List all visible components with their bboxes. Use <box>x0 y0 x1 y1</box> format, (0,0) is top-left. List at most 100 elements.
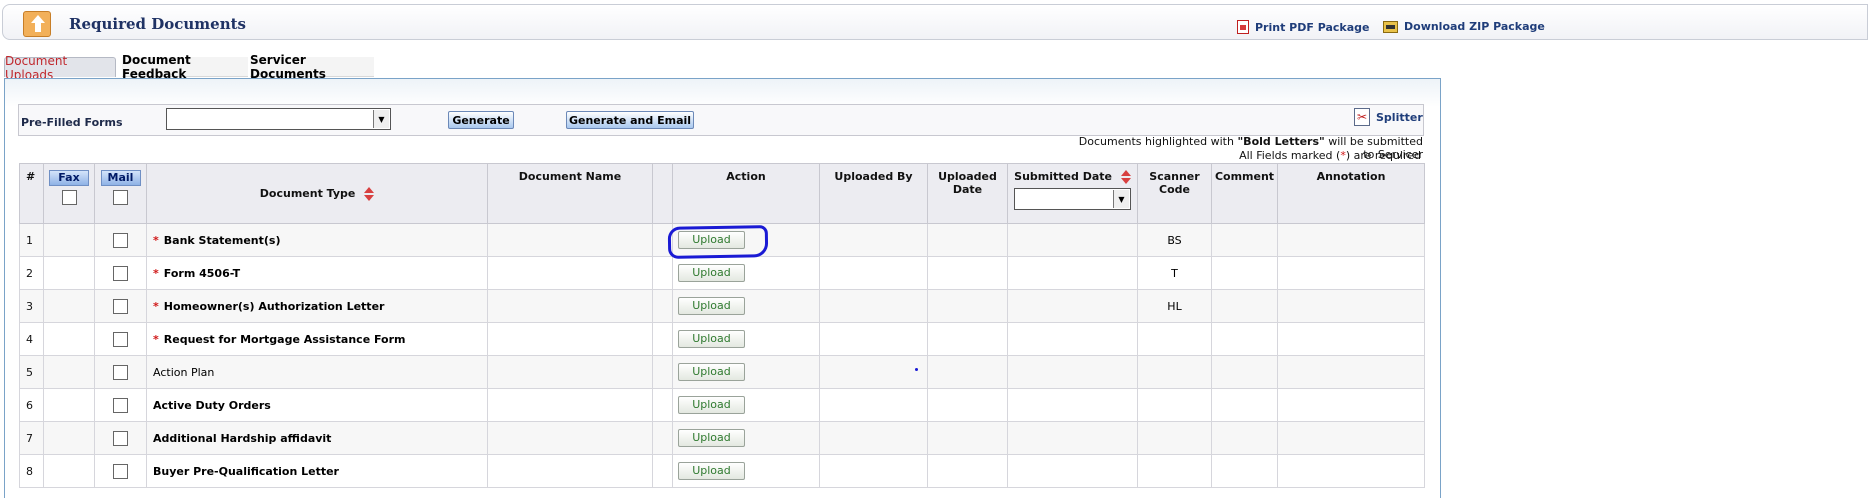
document-type-label: Document Type <box>259 186 356 200</box>
mail-cell <box>94 421 147 455</box>
note-text: Documents highlighted with <box>1078 135 1238 148</box>
spacer-cell <box>652 388 673 422</box>
scanner-code-cell <box>1137 421 1212 455</box>
tab-document-feedback[interactable]: Document Feedback <box>122 53 248 81</box>
upload-button[interactable]: Upload <box>678 264 745 282</box>
document-type-cell: Buyer Pre-Qualification Letter <box>146 454 488 488</box>
col-header-mail: Mail <box>94 163 147 224</box>
download-zip-label: Download ZIP Package <box>1404 20 1545 33</box>
fax-cell <box>43 454 95 488</box>
mail-checkbox[interactable] <box>113 430 128 446</box>
table-row: 5 Action Plan Upload <box>19 355 1425 389</box>
document-type-cell: * Homeowner(s) Authorization Letter <box>146 289 488 323</box>
upload-button[interactable]: Upload <box>678 396 745 414</box>
page-header: Required Documents Print PDF Package Dow… <box>2 4 1868 40</box>
fax-cell <box>43 355 95 389</box>
mail-cell <box>94 454 147 488</box>
mail-header-button[interactable]: Mail <box>100 170 141 186</box>
download-zip-link[interactable]: Download ZIP Package <box>1383 20 1545 33</box>
action-cell: Upload <box>672 454 820 488</box>
upload-button[interactable]: Upload <box>678 297 745 315</box>
uploaded-by-cell <box>819 322 928 356</box>
required-documents-table: # Fax Mail Document Type Document Name A… <box>19 163 1425 488</box>
document-type-label: Buyer Pre-Qualification Letter <box>153 464 339 478</box>
col-header-uploaded-date: Uploaded Date <box>927 163 1008 224</box>
sort-icon[interactable] <box>1120 170 1131 184</box>
print-pdf-label: Print PDF Package <box>1255 20 1370 34</box>
mail-checkbox[interactable] <box>113 265 128 281</box>
scissors-icon: ✂ <box>1354 108 1370 126</box>
upload-button[interactable]: Upload <box>678 363 745 381</box>
document-type-cell: Action Plan <box>146 355 488 389</box>
document-type-label: Form 4506-T <box>163 266 241 280</box>
uploaded-date-cell <box>927 322 1008 356</box>
comment-cell <box>1211 223 1278 257</box>
spacer-cell <box>652 256 673 290</box>
annotation-cell <box>1277 388 1425 422</box>
mail-checkbox[interactable] <box>113 463 128 479</box>
mail-checkbox[interactable] <box>113 232 128 248</box>
mail-cell <box>94 223 147 257</box>
upload-button[interactable]: Upload <box>678 231 745 249</box>
uploaded-by-cell <box>819 223 928 257</box>
document-name-cell <box>487 256 653 290</box>
note-text: All Fields marked ( <box>1239 149 1341 162</box>
spacer-cell <box>652 322 673 356</box>
document-type-cell: * Bank Statement(s) <box>146 223 488 257</box>
fax-select-all-checkbox[interactable] <box>61 190 77 205</box>
mail-checkbox[interactable] <box>113 298 128 314</box>
spacer-cell <box>652 421 673 455</box>
comment-cell <box>1211 454 1278 488</box>
fax-header-button[interactable]: Fax <box>49 170 89 186</box>
row-number: 3 <box>19 289 44 323</box>
mail-select-all-checkbox[interactable] <box>113 190 128 205</box>
upload-button[interactable]: Upload <box>678 462 745 480</box>
comment-cell <box>1211 388 1278 422</box>
uploaded-date-cell <box>927 454 1008 488</box>
document-type-label: Active Duty Orders <box>153 398 271 412</box>
document-name-cell <box>487 355 653 389</box>
generate-button[interactable]: Generate <box>448 111 514 129</box>
table-row: 8 Buyer Pre-Qualification Letter Upload <box>19 454 1425 488</box>
submitted-date-cell <box>1007 388 1138 422</box>
prefilled-forms-select[interactable]: ▼ <box>166 108 391 130</box>
col-header-comment: Comment <box>1211 163 1278 224</box>
fax-cell <box>43 223 95 257</box>
mail-cell <box>94 289 147 323</box>
submitted-date-cell <box>1007 256 1138 290</box>
col-header-document-type[interactable]: Document Type <box>146 163 488 224</box>
dropdown-arrow-icon[interactable]: ▼ <box>1113 190 1129 208</box>
col-header-annotation: Annotation <box>1277 163 1425 224</box>
generate-and-email-button[interactable]: Generate and Email <box>566 111 694 129</box>
splitter-link[interactable]: ✂ Splitter <box>1354 108 1423 126</box>
table-header-row: # Fax Mail Document Type Document Name A… <box>19 163 1425 224</box>
upload-button[interactable]: Upload <box>678 330 745 348</box>
mail-cell <box>94 388 147 422</box>
sort-icon[interactable] <box>364 186 375 201</box>
uploaded-by-cell <box>819 289 928 323</box>
upload-button[interactable]: Upload <box>678 429 745 447</box>
dropdown-arrow-icon[interactable]: ▼ <box>373 110 389 128</box>
submitted-date-label[interactable]: Submitted Date <box>1014 170 1112 183</box>
tab-document-uploads[interactable]: Document Uploads <box>4 54 116 82</box>
mail-checkbox[interactable] <box>113 331 128 347</box>
uploaded-by-cell <box>819 388 928 422</box>
required-star: * <box>153 299 159 313</box>
home-up-icon[interactable] <box>23 11 51 37</box>
scanner-code-cell: HL <box>1137 289 1212 323</box>
mail-checkbox[interactable] <box>113 397 128 413</box>
submitted-date-filter[interactable]: ▼ <box>1014 188 1131 210</box>
document-name-cell <box>487 421 653 455</box>
submitted-date-cell <box>1007 355 1138 389</box>
document-type-cell: Additional Hardship affidavit <box>146 421 488 455</box>
document-name-cell <box>487 289 653 323</box>
print-pdf-link[interactable]: Print PDF Package <box>1237 20 1370 34</box>
mail-cell <box>94 322 147 356</box>
mail-checkbox[interactable] <box>113 364 128 380</box>
tab-servicer-documents[interactable]: Servicer Documents <box>250 53 374 81</box>
required-star: * <box>153 233 159 247</box>
comment-cell <box>1211 256 1278 290</box>
uploaded-by-cell <box>819 454 928 488</box>
page-root: Required Documents Print PDF Package Dow… <box>0 0 1870 498</box>
submitted-date-cell <box>1007 223 1138 257</box>
